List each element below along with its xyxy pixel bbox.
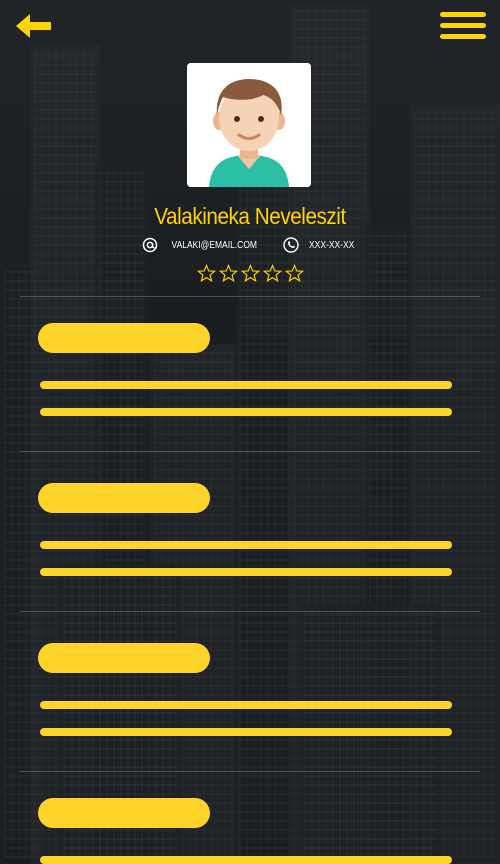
text-line-placeholder [40, 541, 452, 549]
star-outline-icon[interactable] [262, 264, 282, 283]
arrow-left-icon [16, 14, 51, 38]
profile-name: Valakineka Neveleszit [154, 203, 346, 229]
section-title-placeholder [38, 323, 210, 353]
section-title-placeholder [38, 643, 210, 673]
text-line-placeholder [40, 568, 452, 576]
star-outline-icon[interactable] [240, 264, 260, 283]
rating-stars[interactable] [0, 264, 500, 283]
star-outline-icon[interactable] [284, 264, 304, 283]
star-outline-icon[interactable] [196, 264, 216, 283]
divider [20, 611, 480, 612]
section-title-placeholder [38, 483, 210, 513]
star-outline-icon[interactable] [218, 264, 238, 283]
text-line-placeholder [40, 701, 452, 709]
text-line-placeholder [40, 856, 452, 864]
user-avatar-icon [187, 63, 311, 187]
email-text[interactable]: VALAKI@EMAIL.COM [172, 240, 257, 251]
phone-icon [282, 237, 299, 253]
section-title-placeholder [38, 798, 210, 828]
menu-button[interactable] [440, 12, 486, 42]
text-line-placeholder [40, 728, 452, 736]
avatar [187, 63, 311, 187]
text-line-placeholder [40, 381, 452, 389]
divider [20, 296, 480, 297]
back-button[interactable] [14, 10, 54, 42]
at-sign-icon [142, 237, 158, 253]
hamburger-menu-icon [440, 12, 486, 17]
phone-text[interactable]: XXX-XX-XX [309, 240, 354, 251]
divider [20, 451, 480, 452]
contact-info: VALAKI@EMAIL.COM XXX-XX-XX [0, 237, 500, 253]
text-line-placeholder [40, 408, 452, 416]
divider [20, 771, 480, 772]
